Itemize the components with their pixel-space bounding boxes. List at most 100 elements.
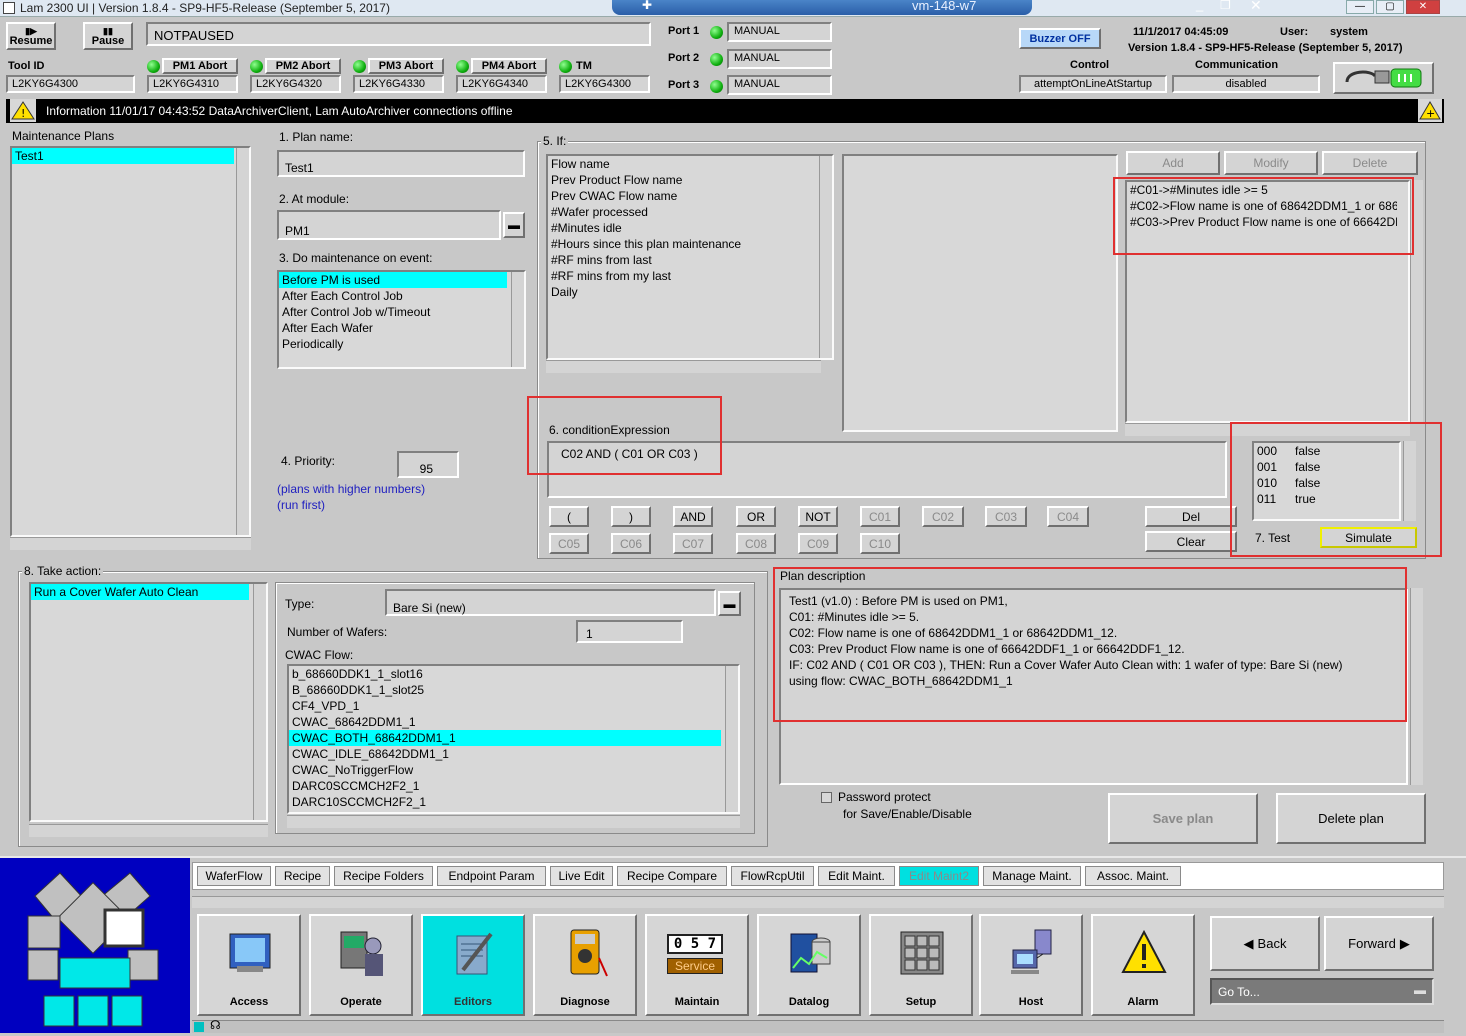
goto-select[interactable]: Go To... ▬	[1210, 978, 1434, 1005]
wafers-input[interactable]: 1	[576, 620, 683, 643]
c06-button[interactable]: C06	[611, 533, 651, 554]
if-item[interactable]: Prev Product Flow name	[548, 172, 832, 188]
nav-operate[interactable]: Operate	[309, 914, 413, 1016]
actions-vscroll[interactable]	[253, 584, 266, 820]
and-button[interactable]: AND	[673, 506, 713, 527]
actions-list[interactable]: Run a Cover Wafer Auto Clean	[29, 582, 268, 822]
actions-hscroll[interactable]	[29, 824, 268, 837]
modify-button[interactable]: Modify	[1224, 151, 1318, 175]
nav-datalog[interactable]: Datalog	[757, 914, 861, 1016]
event-vscroll[interactable]	[511, 272, 524, 367]
c04-button[interactable]: C04	[1047, 506, 1089, 527]
tab-manage-maint[interactable]: Manage Maint.	[983, 866, 1081, 886]
tab-endpoint-param[interactable]: Endpoint Param	[437, 866, 546, 886]
cwac-flow-item[interactable]: CWAC_IDLE_68642DDM1_1	[289, 746, 738, 762]
conditions-vscroll[interactable]	[1410, 180, 1423, 423]
desc-vscroll[interactable]	[1410, 588, 1423, 785]
event-item[interactable]: After Each Wafer	[279, 320, 524, 336]
remote-restore-icon[interactable]: ❐	[1220, 0, 1231, 12]
c10-button[interactable]: C10	[860, 533, 900, 554]
add-button[interactable]: Add	[1126, 151, 1220, 175]
if-item[interactable]: Daily	[548, 284, 832, 300]
resume-button[interactable]: ▮▶ Resume	[6, 22, 56, 50]
tab-flowrcputil[interactable]: FlowRcpUtil	[731, 866, 814, 886]
module-dropdown-button[interactable]: ▬	[503, 212, 525, 238]
not-button[interactable]: NOT	[798, 506, 838, 527]
event-item[interactable]: After Each Control Job	[279, 288, 524, 304]
test-result-row[interactable]: 010 false	[1254, 475, 1399, 491]
nav-maintain[interactable]: 0 5 7 Service Maintain	[645, 914, 749, 1016]
delete-button[interactable]: Delete	[1322, 151, 1418, 175]
if-item[interactable]: #RF mins from my last	[548, 268, 832, 284]
cwac-hscroll[interactable]	[287, 815, 740, 828]
test-result-row[interactable]: 000 false	[1254, 443, 1399, 459]
if-hscroll[interactable]	[546, 360, 821, 373]
nav-alarm[interactable]: Alarm	[1091, 914, 1195, 1016]
tab-recipe-compare[interactable]: Recipe Compare	[617, 866, 727, 886]
condition-item[interactable]: #C03->Prev Product Flow name is one of 6…	[1127, 214, 1397, 230]
test-vscroll[interactable]	[1403, 441, 1416, 521]
or-button[interactable]: OR	[736, 506, 776, 527]
type-select[interactable]: Bare Si (new)	[385, 589, 716, 616]
event-item[interactable]: Periodically	[279, 336, 524, 352]
remote-close-icon[interactable]: ✕	[1250, 0, 1262, 14]
test-result-row[interactable]: 011 true	[1254, 491, 1399, 507]
if-vscroll[interactable]	[819, 156, 832, 358]
simulate-button[interactable]: Simulate	[1320, 527, 1417, 548]
c03-button[interactable]: C03	[985, 506, 1027, 527]
cwac-flow-item[interactable]: CWAC_NoTriggerFlow	[289, 762, 738, 778]
if-item[interactable]: #Hours since this plan maintenance	[548, 236, 832, 252]
test-result-row[interactable]: 001 false	[1254, 459, 1399, 475]
close-paren-button[interactable]: )	[611, 506, 651, 527]
open-paren-button[interactable]: (	[549, 506, 589, 527]
c02-button[interactable]: C02	[922, 506, 964, 527]
buzzer-button[interactable]: Buzzer OFF	[1019, 28, 1101, 49]
pm1-abort-button[interactable]: PM1 Abort	[162, 58, 238, 74]
nav-access[interactable]: Access	[197, 914, 301, 1016]
tab-live-edit[interactable]: Live Edit	[550, 866, 613, 886]
conditions-hscroll[interactable]	[1125, 423, 1410, 436]
if-item[interactable]: #Minutes idle	[548, 220, 832, 236]
if-item[interactable]: Flow name	[548, 156, 832, 172]
cond-expr-input[interactable]: C02 AND ( C01 OR C03 )	[547, 441, 1227, 498]
forward-button[interactable]: Forward ▶	[1324, 916, 1434, 971]
nav-editors[interactable]: Editors	[421, 914, 525, 1016]
del-button[interactable]: Del	[1145, 506, 1237, 527]
expand-info-icon[interactable]: +	[1418, 99, 1442, 122]
priority-input[interactable]: 95	[397, 451, 459, 478]
c01-button[interactable]: C01	[860, 506, 900, 527]
connection-plug-button[interactable]	[1333, 62, 1434, 94]
c09-button[interactable]: C09	[798, 533, 838, 554]
if-item[interactable]: #RF mins from last	[548, 252, 832, 268]
plans-vscroll[interactable]	[236, 148, 249, 535]
if-item[interactable]: #Wafer processed	[548, 204, 832, 220]
minimize-icon[interactable]: —	[1346, 0, 1374, 14]
pm4-abort-button[interactable]: PM4 Abort	[471, 58, 547, 74]
tab-edit-maint2[interactable]: Edit Maint2	[899, 866, 979, 886]
password-checkbox[interactable]	[821, 792, 832, 803]
back-button[interactable]: ◀ Back	[1210, 916, 1320, 971]
nav-diagnose[interactable]: Diagnose	[533, 914, 637, 1016]
tab-hscroll[interactable]	[192, 896, 1444, 908]
module-select[interactable]: PM1	[277, 210, 501, 240]
plans-hscroll[interactable]	[10, 537, 251, 550]
action-item[interactable]: Run a Cover Wafer Auto Clean	[31, 584, 249, 600]
c08-button[interactable]: C08	[736, 533, 776, 554]
pause-button[interactable]: ▮▮ Pause	[83, 22, 133, 50]
event-item[interactable]: After Control Job w/Timeout	[279, 304, 524, 320]
cwac-vscroll[interactable]	[725, 666, 738, 812]
tab-recipe-folders[interactable]: Recipe Folders	[334, 866, 433, 886]
cwac-flow-item[interactable]: CWAC_BOTH_68642DDM1_1	[289, 730, 721, 746]
test-results-list[interactable]: 000 false 001 false 010 false 011 true	[1252, 441, 1401, 521]
pm3-abort-button[interactable]: PM3 Abort	[368, 58, 444, 74]
pin-icon[interactable]: ✚	[642, 0, 652, 12]
nav-setup[interactable]: Setup	[869, 914, 973, 1016]
plan-item[interactable]: Test1	[12, 148, 234, 164]
conditions-list[interactable]: #C01->#Minutes idle >= 5 #C02->Flow name…	[1125, 180, 1410, 423]
c05-button[interactable]: C05	[549, 533, 589, 554]
clear-button[interactable]: Clear	[1145, 531, 1237, 552]
maintenance-plans-list[interactable]: Test1	[10, 146, 251, 537]
save-plan-button[interactable]: Save plan	[1108, 793, 1258, 844]
event-item[interactable]: Before PM is used	[279, 272, 507, 288]
event-list[interactable]: Before PM is used After Each Control Job…	[277, 270, 526, 369]
